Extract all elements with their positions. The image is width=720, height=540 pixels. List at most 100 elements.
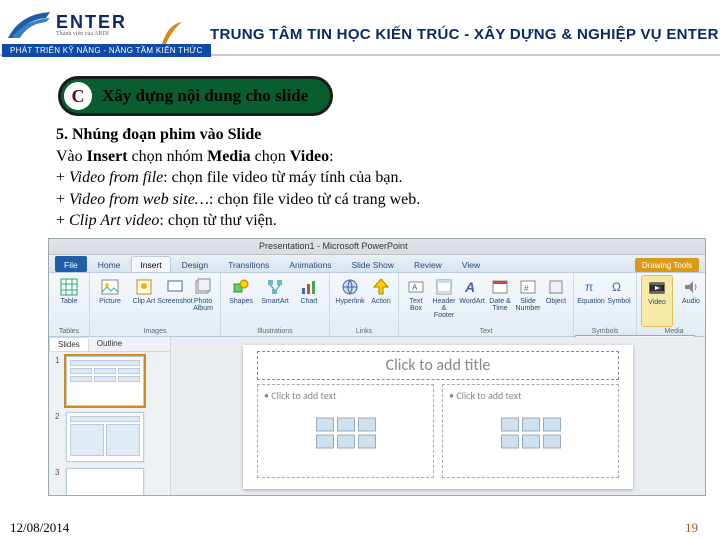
lbl: Photo Album xyxy=(190,298,216,312)
btn-action[interactable]: Action xyxy=(368,275,394,327)
table-icon xyxy=(59,277,79,297)
t-cav: Clip Art video xyxy=(69,212,159,229)
thumb-2[interactable]: 2 xyxy=(55,412,164,462)
lbl: Slide Number xyxy=(515,298,541,312)
t: chọn xyxy=(251,148,290,165)
brand-subtitle: Thành viên của ARDI xyxy=(56,31,127,38)
tab-insert[interactable]: Insert xyxy=(131,256,170,272)
lbl: Chart xyxy=(300,298,317,305)
flare-icon xyxy=(160,20,182,46)
ph-text: Click to add text xyxy=(456,389,521,402)
t-media: Media xyxy=(207,148,251,165)
smartart-icon xyxy=(265,277,285,297)
tab-transitions[interactable]: Transitions xyxy=(219,256,278,272)
section-letter: C xyxy=(64,82,92,110)
ribbon: Table Tables Picture Clip Art Screenshot… xyxy=(49,273,705,337)
btn-slidenumber[interactable]: # Slide Number xyxy=(515,275,541,327)
t-insert: Insert xyxy=(87,148,128,165)
btn-symbol[interactable]: ΩSymbol xyxy=(606,275,632,327)
headerfooter-icon xyxy=(434,277,454,297)
btn-audio[interactable]: Audio xyxy=(675,275,706,327)
t-vws: Video from web site… xyxy=(69,191,209,208)
lbl: Hyperlink xyxy=(335,298,364,305)
btn-shapes[interactable]: Shapes xyxy=(225,275,257,327)
ph-text: Click to add text xyxy=(271,389,336,402)
ribbon-tabs: File Home Insert Design Transitions Anim… xyxy=(49,255,705,273)
section-title: Xây dựng nội dung cho slide xyxy=(102,86,308,106)
group-label: Tables xyxy=(53,327,85,336)
svg-text:π: π xyxy=(585,280,593,294)
lbl: Header & Footer xyxy=(431,298,457,319)
btn-hyperlink[interactable]: Hyperlink xyxy=(334,275,366,327)
slide-thumbnail-pane: Slides Outline 1 2 3 xyxy=(49,337,171,496)
tab-design[interactable]: Design xyxy=(173,256,217,272)
svg-text:A: A xyxy=(464,279,475,295)
tab-drawing-tools[interactable]: Drawing Tools xyxy=(635,258,699,272)
slide-editor: Click to add title • Click to add text •… xyxy=(171,337,705,496)
btn-equation[interactable]: π Equation xyxy=(578,275,604,327)
tab-home[interactable]: Home xyxy=(89,256,130,272)
ribbon-group-illustrations: Shapes SmartArt Chart Illustrations xyxy=(221,273,330,336)
ppt-titlebar: Presentation1 - Microsoft PowerPoint xyxy=(49,239,705,255)
t: : xyxy=(329,148,333,165)
btn-textbox[interactable]: AText Box xyxy=(403,275,429,327)
btn-datetime[interactable]: Date & Time xyxy=(487,275,513,327)
page-footer: 12/08/2014 19 xyxy=(0,520,720,536)
footer-date: 12/08/2014 xyxy=(10,520,69,536)
tab-view[interactable]: View xyxy=(453,256,489,272)
hyperlink-icon xyxy=(340,277,360,297)
content-placeholder-left[interactable]: • Click to add text xyxy=(257,384,434,478)
group-label: Text xyxy=(403,327,569,336)
logo-text: ENTER Thành viên của ARDI xyxy=(56,13,127,38)
lbl: Screenshot xyxy=(157,298,192,305)
btn-photoalbum[interactable]: Photo Album xyxy=(190,275,216,327)
chart-icon xyxy=(299,277,319,297)
lbl: Action xyxy=(371,298,390,305)
ribbon-group-text: AText Box Header & Footer A WordArt Date … xyxy=(399,273,574,336)
tab-file[interactable]: File xyxy=(55,256,87,272)
btn-table[interactable]: Table xyxy=(53,275,85,327)
svg-text:#: # xyxy=(524,284,529,293)
section-pill: C Xây dựng nội dung cho slide xyxy=(58,76,333,116)
video-icon xyxy=(647,278,667,298)
title-placeholder[interactable]: Click to add title xyxy=(257,351,619,380)
lbl: Video xyxy=(648,299,666,306)
content-placeholder-right[interactable]: • Click to add text xyxy=(442,384,619,478)
btn-screenshot[interactable]: Screenshot xyxy=(162,275,188,327)
btn-video[interactable]: Video xyxy=(641,275,673,327)
tab-animations[interactable]: Animations xyxy=(280,256,340,272)
btn-clipart[interactable]: Clip Art xyxy=(128,275,160,327)
ribbon-group-tables: Table Tables xyxy=(49,273,90,336)
tab-slides[interactable]: Slides xyxy=(49,337,89,351)
thumb-3[interactable]: 3 xyxy=(55,468,164,496)
lbl: Picture xyxy=(99,298,121,305)
btn-headerfooter[interactable]: Header & Footer xyxy=(431,275,457,327)
btn-object[interactable]: Object xyxy=(543,275,569,327)
lbl: WordArt xyxy=(459,298,485,305)
thumb-1[interactable]: 1 xyxy=(55,356,164,406)
t: chọn nhóm xyxy=(128,148,208,165)
powerpoint-window: Presentation1 - Microsoft PowerPoint Fil… xyxy=(48,238,706,496)
btn-smartart[interactable]: SmartArt xyxy=(259,275,291,327)
body-text: 5. Nhúng đoạn phim vào Slide Vào Insert … xyxy=(56,124,664,232)
ribbon-group-links: Hyperlink Action Links xyxy=(330,273,399,336)
t: Vào xyxy=(56,148,87,165)
slide-canvas[interactable]: Click to add title • Click to add text •… xyxy=(243,345,633,489)
t: + xyxy=(56,191,69,208)
datetime-icon xyxy=(490,277,510,297)
thumbnails: 1 2 3 xyxy=(49,352,170,496)
btn-picture[interactable]: Picture xyxy=(94,275,126,327)
tab-outline[interactable]: Outline xyxy=(89,337,130,351)
svg-text:A: A xyxy=(412,283,418,292)
slidenumber-icon: # xyxy=(518,277,538,297)
tab-review[interactable]: Review xyxy=(405,256,451,272)
lbl: Date & Time xyxy=(487,298,513,312)
center-title: TRUNG TÂM TIN HỌC KIẾN TRÚC - XÂY DỰNG &… xyxy=(210,26,719,43)
btn-wordart[interactable]: A WordArt xyxy=(459,275,485,327)
ribbon-group-media: Video Audio Media xyxy=(637,273,706,336)
lbl: SmartArt xyxy=(261,298,289,305)
tab-slideshow[interactable]: Slide Show xyxy=(342,256,403,272)
lbl: Equation xyxy=(577,298,605,305)
t: + xyxy=(56,212,69,229)
btn-chart[interactable]: Chart xyxy=(293,275,325,327)
